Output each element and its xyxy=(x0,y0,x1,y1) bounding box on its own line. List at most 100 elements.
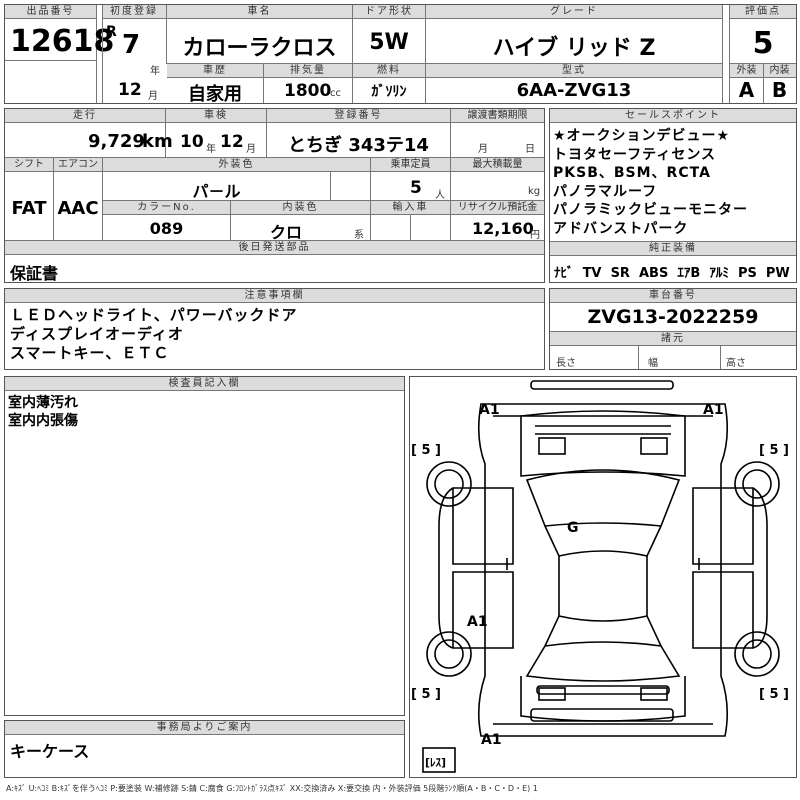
recycle-unit: 円 xyxy=(530,230,540,241)
shift-value: FAT xyxy=(11,198,47,219)
notes-list: ＬＥＤヘッドライト、パワーバックドア ディスプレイオーディオ スマートキー、ＥＴ… xyxy=(10,306,298,363)
tire-depth: [ 5 ] xyxy=(411,687,441,702)
damage-mark: G xyxy=(567,520,579,536)
note-line: ＬＥＤヘッドライト、パワーバックドア xyxy=(10,306,298,324)
equipment-label: 純正装備 xyxy=(550,242,796,256)
sales-point-line: トヨタセーフティセンス xyxy=(553,146,717,163)
sales-point-line: パノラミックビューモニター xyxy=(553,202,748,218)
inspector-label: 検査員記入欄 xyxy=(5,377,404,391)
grade-label: グレード xyxy=(426,5,722,19)
score-int-label: 内装 xyxy=(763,64,796,78)
sales-point-line: PKSB、BSM、RCTA xyxy=(553,165,711,181)
aircon-value: AAC xyxy=(57,198,99,219)
equipment-item: SR xyxy=(610,266,630,281)
transfer-day-unit: 日 xyxy=(525,144,535,155)
chassis-label: 車台番号 xyxy=(550,289,796,303)
office-label: 事務局よりご案内 xyxy=(5,721,404,735)
int-color-label: 内装色 xyxy=(231,201,370,215)
grade-value: ハイブ リッド Z xyxy=(492,36,656,61)
model-value: 6AA-ZVG13 xyxy=(516,80,632,101)
notes-label: 注意事項欄 xyxy=(5,289,544,303)
inspector-line: 室内薄汚れ xyxy=(8,395,78,411)
history-value: 自家用 xyxy=(188,84,242,105)
first-reg-year: 7 xyxy=(122,30,141,60)
model-label: 型式 xyxy=(426,64,722,78)
equipment-item: PS xyxy=(737,266,757,281)
tire-depth: [ 5 ] xyxy=(759,443,789,458)
inspection-year: 10 xyxy=(180,132,204,152)
score-int-value: B xyxy=(771,78,788,102)
spare-tire: [ﾚｽ] xyxy=(425,756,446,769)
inspector-line: 室内内張傷 xyxy=(8,413,78,429)
inspection-label: 車検 xyxy=(166,109,266,123)
max-load-label: 最大積載量 xyxy=(451,158,544,172)
aircon-label: エアコン xyxy=(54,158,102,172)
car-name: カローラクロス xyxy=(182,36,337,61)
chassis-value: ZVG13-2022259 xyxy=(587,306,759,328)
color-no-value: 089 xyxy=(149,219,184,238)
later-parts-label: 後日発送部品 xyxy=(5,241,544,255)
int-color-unit: 系 xyxy=(354,230,364,241)
sales-points-list: ★オークションデビュー★ トヨタセーフティセンス PKSB、BSM、RCTA パ… xyxy=(553,127,748,238)
equipment-item: PW xyxy=(765,266,790,281)
capacity-unit: 人 xyxy=(435,190,445,201)
damage-mark: A1 xyxy=(703,402,724,418)
note-line: スマートキー、ＥＴＣ xyxy=(10,344,170,362)
score-ext-label: 外装 xyxy=(730,64,763,78)
mileage-label: 走行 xyxy=(5,109,165,123)
plate-value: とちぎ 343テ14 xyxy=(288,135,429,156)
inspection-year-unit: 年 xyxy=(206,144,216,155)
damage-mark: A1 xyxy=(467,614,488,630)
mileage-value: 9,729 xyxy=(88,131,145,152)
equipment-list: ﾅﾋﾞ TV SR ABS ｴｱB ｱﾙﾐ PS PW xyxy=(554,262,790,281)
plate-label: 登録番号 xyxy=(267,109,450,123)
damage-mark: A1 xyxy=(481,732,502,748)
legend: A:ｷｽﾞ U:ﾍｺﾐ B:ｷｽﾞを伴うﾍｺﾐ P:要塗装 W:補修跡 S:錆 … xyxy=(6,784,538,793)
door-value: 5W xyxy=(369,30,409,55)
first-reg-year-unit: 年 xyxy=(150,66,160,77)
damage-mark: A1 xyxy=(479,402,500,418)
equipment-item: ﾅﾋﾞ xyxy=(554,266,574,281)
later-parts-value: 保証書 xyxy=(10,264,59,283)
first-reg-label: 初度登録 xyxy=(102,5,166,19)
first-reg-month: 12 xyxy=(118,80,142,100)
spec-width-label: 幅 xyxy=(648,358,658,369)
transfer-label: 譲渡書類期限 xyxy=(451,109,544,123)
office-value: キーケース xyxy=(10,742,90,761)
spec-label: 諸元 xyxy=(550,332,796,346)
history-label: 車歴 xyxy=(167,64,263,78)
equipment-item: ｱﾙﾐ xyxy=(709,266,729,281)
inspector-notes: 室内薄汚れ 室内内張傷 xyxy=(8,394,78,430)
spec-height-label: 高さ xyxy=(726,358,746,369)
transfer-month-unit: 月 xyxy=(478,144,488,155)
first-reg-era: R xyxy=(106,24,117,40)
first-reg-month-unit: 月 xyxy=(148,91,158,102)
spec-length-label: 長さ xyxy=(556,358,576,369)
fuel-value: ｶﾞｿﾘﾝ xyxy=(371,84,407,100)
ext-color-value: パ－ル xyxy=(192,182,241,201)
door-label: ドア形状 xyxy=(353,5,425,19)
sales-point-line: アドバンストパーク xyxy=(553,220,689,237)
sales-point-line: ★オークションデビュー★ xyxy=(553,128,731,144)
equipment-item: ABS xyxy=(639,266,669,281)
inspection-month: 12 xyxy=(220,132,244,152)
inspection-month-unit: 月 xyxy=(246,144,256,155)
recycle-label: リサイクル預託金 xyxy=(451,201,544,215)
car-name-label: 車名 xyxy=(167,5,352,19)
tire-depth: [ 5 ] xyxy=(411,443,441,458)
equipment-item: TV xyxy=(582,266,602,281)
car-diagram: A1 A1 G A1 A1 [ 5 ] [ 5 ] [ 5 ] [ 5 ] [ﾚ… xyxy=(411,380,789,773)
capacity-value: 5 xyxy=(410,178,422,198)
mileage-unit: km xyxy=(142,131,173,152)
fuel-label: 燃料 xyxy=(353,64,425,78)
shift-label: シフト xyxy=(5,158,53,172)
score-ext-value: A xyxy=(738,78,755,102)
note-line: ディスプレイオーディオ xyxy=(10,325,184,343)
sales-points-label: セールスポイント xyxy=(550,109,796,123)
max-load-unit: kg xyxy=(528,186,541,197)
displacement-value: 1800 xyxy=(284,81,332,101)
ext-color-label: 外装色 xyxy=(103,158,370,172)
lot-label: 出品番号 xyxy=(5,5,96,19)
equipment-item: ｴｱB xyxy=(677,266,701,281)
displacement-label: 排気量 xyxy=(264,64,352,78)
